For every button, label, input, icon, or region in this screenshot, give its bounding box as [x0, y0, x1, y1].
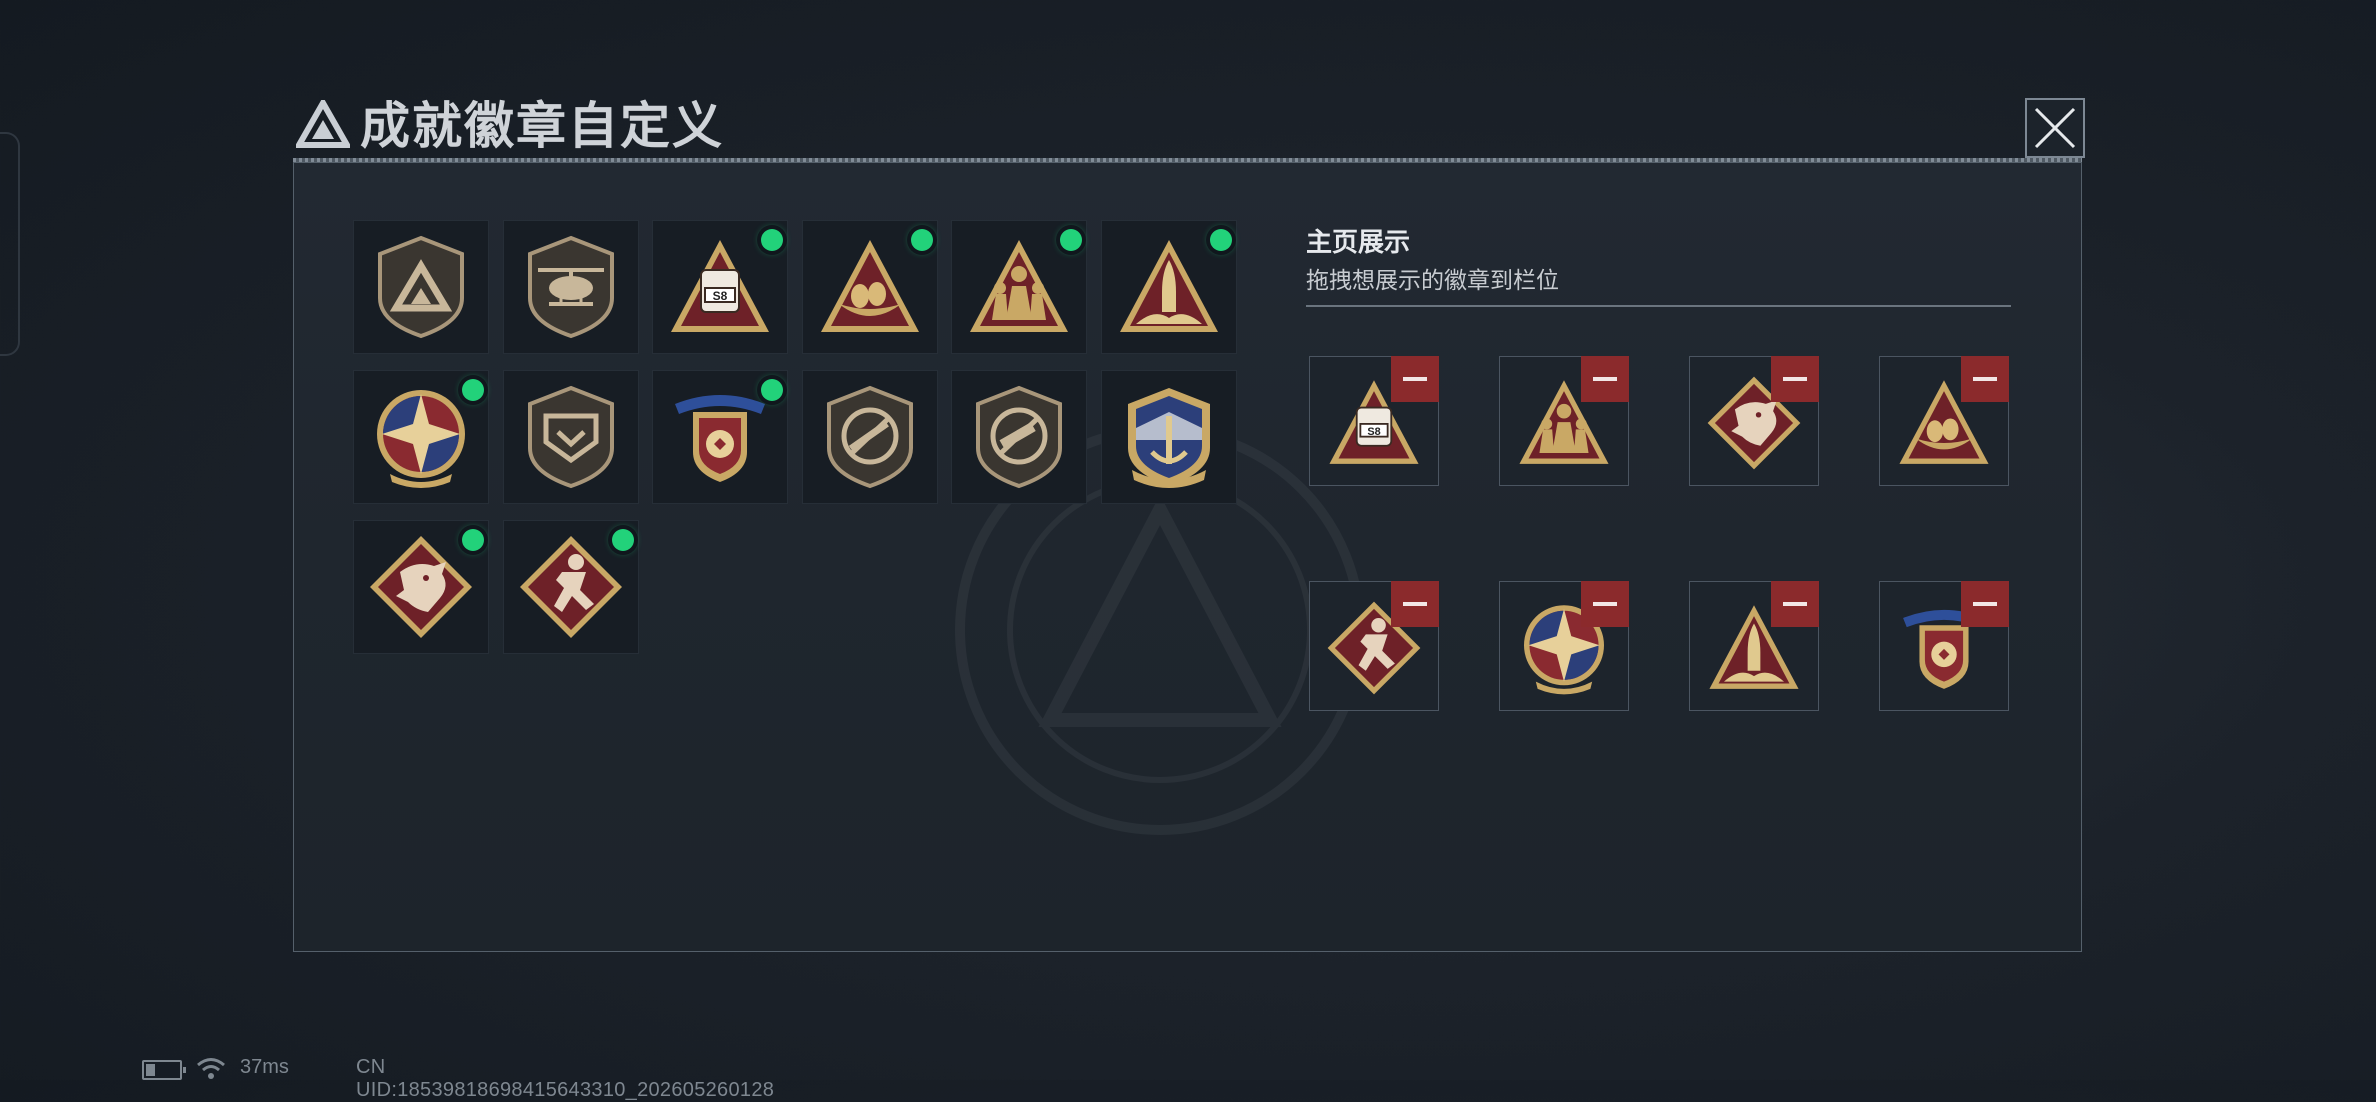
- no-smg-shield-badge-icon: [964, 382, 1074, 492]
- badge-cell-rocket-triangle-badge[interactable]: [1100, 220, 1237, 354]
- soldiers-triangle-badge-icon: [964, 232, 1074, 342]
- badge-cell-anchor-wings-shield-badge[interactable]: [1100, 370, 1237, 504]
- delta-shield-badge-icon: [366, 232, 476, 342]
- new-badge-indicator: [462, 529, 484, 551]
- display-slot-2[interactable]: [1499, 356, 1629, 486]
- badge-cell-dragon-diamond-badge[interactable]: [353, 520, 489, 654]
- helicopter-shield-badge-icon: [516, 232, 626, 342]
- wifi-icon: [197, 1058, 225, 1079]
- badge-cell-laurel-emblem-ribbon-badge[interactable]: [652, 370, 788, 504]
- badge-cell-delta-shield-badge[interactable]: [353, 220, 489, 354]
- new-badge-indicator: [910, 229, 933, 251]
- new-badge-indicator: [761, 379, 783, 401]
- remove-badge-button[interactable]: [1771, 581, 1819, 627]
- laurel-emblem-ribbon-badge-icon: [665, 382, 775, 492]
- remove-badge-button[interactable]: [1961, 581, 2009, 627]
- badge-cell-chevron-shield-badge[interactable]: [502, 370, 639, 504]
- ping-text: 37ms: [240, 1056, 289, 1078]
- star-compass-medal-badge-icon: [366, 382, 476, 492]
- s8-vehicle-triangle-badge-icon: [665, 232, 775, 342]
- runner-diamond-badge-icon: [516, 532, 626, 642]
- remove-badge-button[interactable]: [1391, 356, 1439, 402]
- badge-cell-soldiers-triangle-badge[interactable]: [951, 220, 1087, 354]
- rocket-triangle-badge-icon: [1114, 232, 1224, 342]
- badge-cell-star-compass-medal-badge[interactable]: [353, 370, 489, 504]
- homepage-display-subtitle: 拖拽想展示的徽章到栏位: [1306, 267, 1559, 293]
- remove-badge-button[interactable]: [1771, 356, 1819, 402]
- battery-icon: [142, 1060, 186, 1080]
- display-slot-3[interactable]: [1689, 356, 1819, 486]
- display-slot-5[interactable]: [1309, 581, 1439, 711]
- display-slot-8[interactable]: [1879, 581, 2009, 711]
- new-badge-indicator: [611, 529, 634, 551]
- badge-cell-no-rifle-shield-badge[interactable]: [801, 370, 938, 504]
- new-badge-indicator: [462, 379, 484, 401]
- display-slot-6[interactable]: [1499, 581, 1629, 711]
- dialog-title: 成就徽章自定义: [360, 98, 724, 154]
- new-badge-indicator: [1060, 229, 1082, 251]
- badge-cell-eggs-nest-triangle-badge[interactable]: [801, 220, 938, 354]
- badge-cell-helicopter-shield-badge[interactable]: [502, 220, 639, 354]
- no-rifle-shield-badge-icon: [815, 382, 925, 492]
- remove-badge-button[interactable]: [1961, 356, 2009, 402]
- new-badge-indicator: [761, 229, 783, 251]
- badge-cell-s8-vehicle-triangle-badge[interactable]: [652, 220, 788, 354]
- homepage-display-title: 主页展示: [1306, 227, 1411, 257]
- remove-badge-button[interactable]: [1581, 356, 1629, 402]
- close-icon: [2034, 107, 2076, 149]
- uid-text: CN UID:18539818698415643310_202605260128: [356, 1056, 775, 1101]
- remove-badge-button[interactable]: [1391, 581, 1439, 627]
- dialog-header: 成就徽章自定义: [288, 92, 2088, 164]
- new-badge-indicator: [1209, 229, 1232, 251]
- left-edge-tab: [0, 132, 20, 356]
- display-slot-4[interactable]: [1879, 356, 2009, 486]
- remove-badge-button[interactable]: [1581, 581, 1629, 627]
- chevron-shield-badge-icon: [516, 382, 626, 492]
- badge-cell-runner-diamond-badge[interactable]: [502, 520, 639, 654]
- dragon-diamond-badge-icon: [366, 532, 476, 642]
- badge-cell-no-smg-shield-badge[interactable]: [951, 370, 1087, 504]
- delta-logo-icon: [296, 100, 350, 148]
- eggs-nest-triangle-badge-icon: [815, 232, 925, 342]
- close-button[interactable]: [2025, 98, 2085, 158]
- display-slot-7[interactable]: [1689, 581, 1819, 711]
- display-slot-1[interactable]: [1309, 356, 1439, 486]
- homepage-display-divider: [1306, 305, 2011, 307]
- anchor-wings-shield-badge-icon: [1114, 382, 1224, 492]
